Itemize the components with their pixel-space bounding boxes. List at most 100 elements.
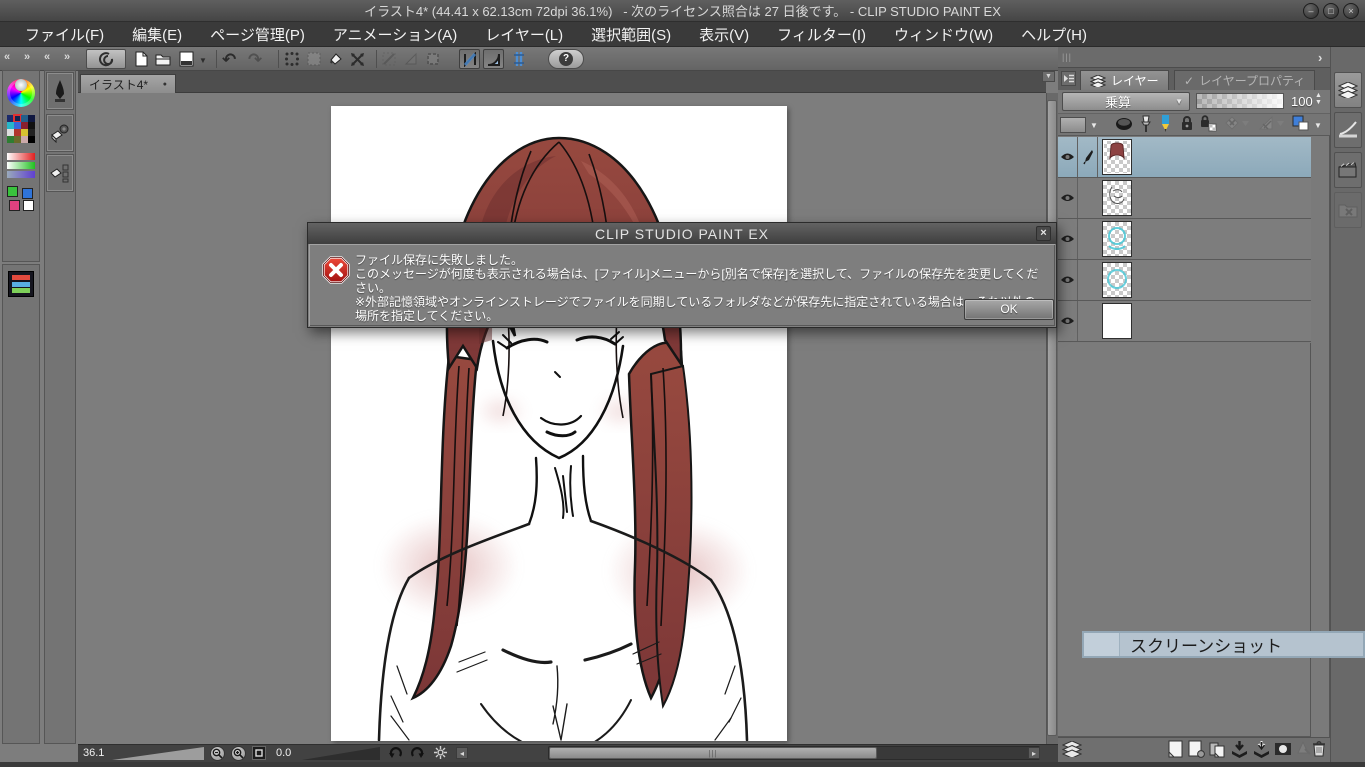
thumbnail-dropdown-icon[interactable]: ▼ bbox=[1090, 121, 1098, 130]
ruler-icon[interactable] bbox=[1258, 115, 1286, 131]
new-folder-button[interactable] bbox=[1209, 740, 1227, 758]
menu-filter[interactable]: フィルター(I) bbox=[764, 22, 879, 47]
snap-to-special-ruler-button[interactable] bbox=[483, 49, 504, 69]
dialog-title-bar[interactable]: CLIP STUDIO PAINT EX bbox=[308, 223, 1056, 244]
new-layer-button[interactable] bbox=[1168, 740, 1183, 758]
visibility-cell[interactable] bbox=[1058, 178, 1078, 218]
clip-studio-logo-button[interactable] bbox=[86, 49, 126, 69]
visibility-cell[interactable] bbox=[1058, 137, 1078, 177]
layer-row-paper[interactable]: 用紙 bbox=[1058, 301, 1311, 342]
deselect-button[interactable] bbox=[281, 49, 302, 69]
menu-page[interactable]: ページ管理(P) bbox=[197, 22, 318, 47]
dock-collapse-icon[interactable]: › bbox=[1318, 50, 1322, 65]
delete-layer-button[interactable] bbox=[1312, 740, 1326, 757]
subtool-detail-button[interactable] bbox=[46, 154, 74, 192]
layer-row-2[interactable]: 0 %通常 レイヤー 2 bbox=[1058, 219, 1311, 260]
fit-to-screen-button[interactable] bbox=[252, 746, 266, 760]
help-button[interactable]: ? bbox=[548, 49, 584, 69]
strip-timeline-button[interactable] bbox=[1334, 152, 1362, 188]
drawing-canvas[interactable] bbox=[331, 106, 787, 754]
dock-grip-icon[interactable]: ||| bbox=[1062, 52, 1072, 62]
spinner-down-icon[interactable]: ▼ bbox=[1315, 99, 1322, 106]
vertical-scrollbar-thumb[interactable] bbox=[1047, 100, 1057, 736]
paper-thumbnail[interactable] bbox=[1102, 303, 1132, 339]
snap-off-button-1[interactable] bbox=[378, 49, 399, 69]
transform-button[interactable] bbox=[347, 49, 368, 69]
strip-layer-property-button[interactable] bbox=[1334, 112, 1362, 148]
save-file-button[interactable] bbox=[176, 49, 197, 69]
menu-file[interactable]: ファイル(F) bbox=[12, 22, 117, 47]
layer-color-icon[interactable] bbox=[1292, 115, 1310, 131]
lock-icon[interactable] bbox=[1180, 115, 1194, 132]
clip-to-layer-icon[interactable] bbox=[1224, 115, 1250, 131]
color-wheel-icon[interactable] bbox=[7, 79, 35, 107]
thumbnail-size-dropdown[interactable] bbox=[1060, 117, 1086, 133]
menu-layer[interactable]: レイヤー(L) bbox=[472, 22, 576, 47]
select-again-button[interactable] bbox=[303, 49, 324, 69]
menu-edit[interactable]: 編集(E) bbox=[119, 22, 195, 47]
document-tab[interactable]: イラスト4* ● bbox=[80, 74, 176, 93]
strip-navigator-button[interactable] bbox=[1334, 192, 1362, 228]
timeline-film-icon[interactable] bbox=[8, 271, 34, 297]
color-set-icon[interactable] bbox=[7, 114, 35, 143]
layer-list-empty-area[interactable] bbox=[1058, 343, 1311, 737]
layer2-thumbnail[interactable] bbox=[1102, 221, 1132, 257]
menu-window[interactable]: ウィンドウ(W) bbox=[881, 22, 1006, 47]
apply-mask-button[interactable] bbox=[1295, 740, 1311, 756]
close-button[interactable]: × bbox=[1343, 3, 1359, 19]
snap-to-grid-button[interactable] bbox=[508, 49, 529, 69]
visibility-cell[interactable] bbox=[1058, 219, 1078, 259]
fill-button[interactable] bbox=[325, 49, 346, 69]
redo-button[interactable]: ↷ bbox=[248, 50, 262, 70]
color-panel-forward-icon[interactable]: » bbox=[24, 51, 30, 63]
layer4-thumbnail[interactable] bbox=[1102, 139, 1132, 175]
tool-panel-back-icon[interactable]: « bbox=[44, 51, 50, 63]
menu-view[interactable]: 表示(V) bbox=[686, 22, 762, 47]
layer-row-4[interactable]: 100 %乗算 レイヤー 4 bbox=[1058, 137, 1311, 178]
menu-animation[interactable]: アニメーション(A) bbox=[320, 22, 470, 47]
snap-off-button-3[interactable] bbox=[422, 49, 443, 69]
layer-row-1[interactable]: 0 %通常 レイヤー 1 bbox=[1058, 260, 1311, 301]
pin-icon[interactable] bbox=[1140, 115, 1152, 133]
draft-pencil-icon[interactable] bbox=[1160, 114, 1171, 133]
collapse-status-icon[interactable]: ◂ bbox=[456, 747, 468, 759]
zoom-out-button[interactable] bbox=[210, 746, 225, 761]
undo-button[interactable]: ↶ bbox=[222, 50, 236, 70]
merge-down-button[interactable] bbox=[1231, 740, 1248, 758]
mask-area-icon[interactable] bbox=[1115, 117, 1133, 131]
snap-to-ruler-button[interactable] bbox=[459, 49, 480, 69]
snap-off-button-2[interactable] bbox=[400, 49, 421, 69]
blend-mode-dropdown[interactable]: 乗算 ▼ bbox=[1062, 92, 1190, 111]
zoom-in-button[interactable] bbox=[231, 746, 246, 761]
pen-tool-button[interactable] bbox=[46, 72, 74, 110]
menu-selection[interactable]: 選択範囲(S) bbox=[578, 22, 684, 47]
new-vector-layer-button[interactable] bbox=[1188, 740, 1205, 758]
menu-help[interactable]: ヘルプ(H) bbox=[1008, 22, 1100, 47]
maximize-button[interactable]: □ bbox=[1323, 3, 1339, 19]
ok-button[interactable]: OK bbox=[964, 299, 1054, 320]
opacity-spinner[interactable]: ▲ ▼ bbox=[1315, 92, 1322, 106]
save-dropdown-icon[interactable]: ▼ bbox=[199, 56, 207, 65]
opacity-slider[interactable] bbox=[1196, 93, 1284, 109]
tab-layers[interactable]: レイヤー bbox=[1080, 70, 1169, 90]
minimize-button[interactable]: – bbox=[1303, 3, 1319, 19]
lock-transparent-icon[interactable] bbox=[1200, 115, 1218, 132]
tab-layer-property[interactable]: ✓ レイヤープロパティ bbox=[1174, 70, 1316, 90]
new-file-button[interactable] bbox=[131, 49, 152, 69]
tool-panel-forward-icon[interactable]: » bbox=[64, 51, 70, 63]
layer3-thumbnail[interactable] bbox=[1102, 180, 1132, 216]
merge-visible-button[interactable] bbox=[1253, 740, 1270, 758]
panel-menu-button[interactable] bbox=[1061, 71, 1076, 86]
subtool-button[interactable] bbox=[46, 114, 74, 152]
spinner-up-icon[interactable]: ▲ bbox=[1315, 92, 1322, 99]
visibility-cell[interactable] bbox=[1058, 301, 1078, 341]
layer-color-dropdown-icon[interactable]: ▼ bbox=[1314, 121, 1322, 130]
scroll-right-button[interactable]: ▸ bbox=[1028, 747, 1040, 759]
color-panel-back-icon[interactable]: « bbox=[4, 51, 10, 63]
color-mixing-icon[interactable] bbox=[7, 186, 35, 212]
layer1-thumbnail[interactable] bbox=[1102, 262, 1132, 298]
color-slider-icon[interactable] bbox=[7, 153, 35, 178]
dialog-close-button[interactable]: × bbox=[1036, 226, 1051, 241]
horizontal-scrollbar-thumb[interactable]: ||| bbox=[549, 747, 877, 759]
visibility-cell[interactable] bbox=[1058, 260, 1078, 300]
